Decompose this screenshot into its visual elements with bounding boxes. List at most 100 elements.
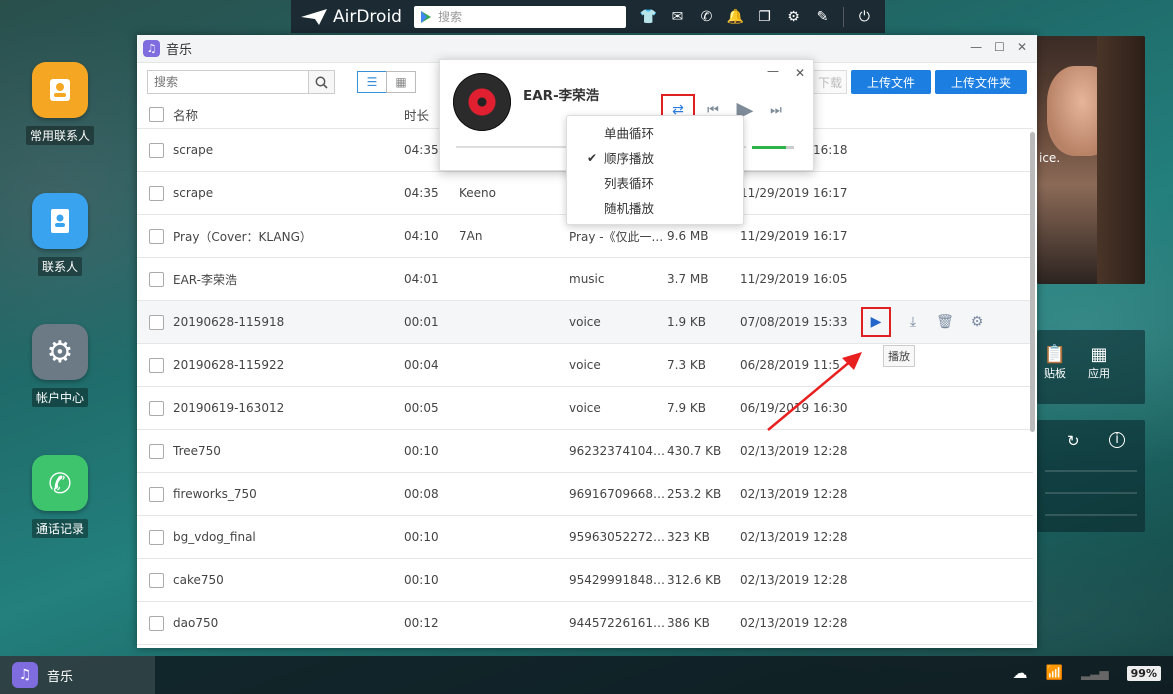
photo-hair <box>1097 36 1145 284</box>
power-icon[interactable]: ⏻ <box>850 0 879 33</box>
row-album: 944572261615... <box>569 616 667 630</box>
now-playing-title: EAR-李荣浩 <box>523 88 600 104</box>
refresh-icon[interactable]: ↻ <box>1067 432 1080 450</box>
upload-file-button[interactable]: 上传文件 <box>851 70 931 94</box>
info-icon[interactable]: i <box>1109 432 1125 448</box>
row-checkbox[interactable] <box>148 185 164 201</box>
desktop-icon-favorite-contacts[interactable]: 常用联系人 <box>20 62 100 145</box>
clipboard-shortcut[interactable]: 📋 贴板 <box>1037 344 1073 381</box>
mode-label: 顺序播放 <box>604 151 655 166</box>
gear-icon[interactable]: ⚙ <box>967 312 987 332</box>
row-size: 253.2 KB <box>667 487 722 501</box>
download-icon[interactable]: ⤓ <box>903 312 923 332</box>
cloud-link-icon[interactable]: ☁ <box>1013 664 1028 682</box>
row-album: 962323741046... <box>569 444 667 458</box>
row-size: 7.3 KB <box>667 358 706 372</box>
shirt-icon[interactable]: 👕 <box>634 0 663 33</box>
bell-icon[interactable]: 🔔 <box>721 0 750 33</box>
row-checkbox[interactable] <box>148 228 164 244</box>
row-checkbox[interactable] <box>148 271 164 287</box>
grid-icon: ▦ <box>395 75 407 89</box>
select-all-checkbox[interactable] <box>148 107 164 122</box>
row-duration: 04:01 <box>404 272 439 286</box>
row-date: 11/29/2019 16:05 <box>740 272 848 286</box>
download-label: 下载 <box>817 75 842 90</box>
maximize-icon[interactable]: ☐ <box>994 40 1005 54</box>
next-icon[interactable]: ⏭ <box>766 94 786 126</box>
upload-file-label: 上传文件 <box>866 75 915 90</box>
row-size: 430.7 KB <box>667 444 722 458</box>
grid-view-button[interactable]: ▦ <box>386 71 416 93</box>
row-date: 11/29/2019 16:17 <box>740 229 848 243</box>
minimize-icon[interactable]: — <box>970 40 982 54</box>
table-row[interactable]: 20190628-115918 00:01 voice 1.9 KB 07/08/201… <box>137 301 1033 344</box>
row-checkbox[interactable] <box>148 443 164 459</box>
apps-shortcut[interactable]: ▦ 应用 <box>1081 344 1117 381</box>
gear-icon[interactable]: ⚙ <box>779 0 808 33</box>
mode-shuffle[interactable]: 随机播放 <box>567 196 743 221</box>
upload-folder-button[interactable]: 上传文件夹 <box>935 70 1027 94</box>
row-size: 1.9 KB <box>667 315 706 329</box>
pen-icon[interactable]: ✎ <box>808 0 837 33</box>
table-row[interactable]: EAR-李荣浩 04:01 music 3.7 MB 11/29/2019 16:05 <box>137 258 1033 301</box>
row-checkbox[interactable] <box>148 529 164 545</box>
row-duration: 00:12 <box>404 616 439 630</box>
table-row[interactable]: Tree750 00:10 962323741046... 430.7 KB 02/13… <box>137 430 1033 473</box>
search-icon[interactable] <box>308 71 334 93</box>
vinyl-disc-icon <box>453 73 511 131</box>
close-icon[interactable]: ✕ <box>795 66 805 80</box>
row-checkbox[interactable] <box>148 314 164 330</box>
music-search <box>147 70 335 94</box>
row-album: 959630522722... <box>569 530 667 544</box>
row-name: 20190628-115922 <box>173 358 285 372</box>
row-name: 20190628-115918 <box>173 315 285 329</box>
desktop-icon-contacts[interactable]: 联系人 <box>20 193 100 276</box>
trash-icon[interactable]: 🗑 <box>935 312 955 332</box>
table-row[interactable]: cake750 00:10 954299918481... 312.6 KB 02/13… <box>137 559 1033 602</box>
table-row[interactable]: fireworks_750 00:08 969167096682... 253.2 K… <box>137 473 1033 516</box>
table-row[interactable]: bg_vdog_final 00:10 959630522722... 323 KB 0… <box>137 516 1033 559</box>
music-search-input[interactable] <box>148 71 308 93</box>
mode-sequential[interactable]: ✔ 顺序播放 <box>567 146 743 171</box>
row-name: cake750 <box>173 573 224 587</box>
upload-folder-label: 上传文件夹 <box>950 75 1011 90</box>
list-view-button[interactable]: ☰ <box>357 71 387 93</box>
volume-slider[interactable] <box>752 146 794 149</box>
mode-single-loop[interactable]: 单曲循环 <box>567 121 743 146</box>
row-date: 02/13/2019 12:28 <box>740 573 848 587</box>
apps-icon: ▦ <box>1090 344 1108 365</box>
row-checkbox[interactable] <box>148 615 164 631</box>
table-row[interactable]: dao750 00:12 944572261615... 386 KB 02/13/20… <box>137 602 1033 645</box>
mode-list-loop[interactable]: 列表循环 <box>567 171 743 196</box>
row-artist: Keeno <box>459 186 496 200</box>
desktop-icon-account-center[interactable]: ⚙ 帐户中心 <box>20 324 100 407</box>
row-name: bg_vdog_final <box>173 530 256 544</box>
battery-indicator: 99% <box>1126 665 1161 681</box>
row-checkbox[interactable] <box>148 400 164 416</box>
topbar-search[interactable]: 搜索 <box>413 5 626 28</box>
row-checkbox[interactable] <box>148 572 164 588</box>
play-icon[interactable]: ▶ <box>861 307 891 337</box>
volume-fill <box>752 146 786 149</box>
row-checkbox[interactable] <box>148 357 164 373</box>
row-name: dao750 <box>173 616 219 630</box>
row-checkbox[interactable] <box>148 486 164 502</box>
phone-icon[interactable]: ✆ <box>692 0 721 33</box>
column-name[interactable]: 名称 <box>173 105 404 124</box>
window-title: 音乐 <box>166 43 193 58</box>
close-icon[interactable]: ✕ <box>1017 40 1027 54</box>
row-checkbox[interactable] <box>148 142 164 158</box>
airdroid-logo[interactable]: AirDroid <box>291 7 414 27</box>
system-tray: ☁ 📶 ▂▃▅ 99% <box>1013 664 1161 682</box>
row-album: voice <box>569 401 601 415</box>
row-size: 312.6 KB <box>667 573 722 587</box>
scrollbar[interactable] <box>1030 132 1035 432</box>
mail-icon[interactable]: ✉ <box>663 0 692 33</box>
table-row[interactable]: 20190619-163012 00:05 voice 7.9 KB 06/19/201… <box>137 387 1033 430</box>
desktop-icon-call-log[interactable]: ✆ 通话记录 <box>20 455 100 538</box>
copy-icon[interactable]: ❐ <box>750 0 779 33</box>
contacts-star-icon <box>32 62 88 118</box>
minimize-icon[interactable]: — <box>767 64 779 78</box>
taskbar-music-app[interactable]: ♫ 音乐 <box>0 656 155 694</box>
row-duration: 04:35 <box>404 186 439 200</box>
